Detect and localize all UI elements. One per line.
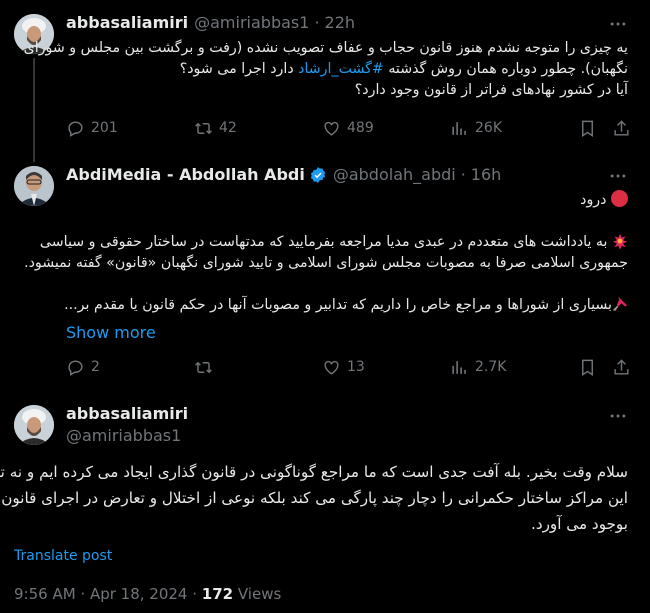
display-name[interactable]: abbasaliamiri bbox=[66, 404, 188, 423]
share-button[interactable] bbox=[612, 358, 637, 377]
text-line: درود bbox=[24, 190, 628, 211]
more-icon[interactable] bbox=[608, 406, 628, 426]
reply-button[interactable]: 201 bbox=[66, 119, 118, 138]
avatar-image bbox=[14, 405, 54, 445]
more-icon[interactable] bbox=[608, 14, 628, 34]
post-time[interactable]: 16h bbox=[471, 165, 502, 184]
post-text: سلام وقت بخیر. بله آفت جدی است که ما مرا… bbox=[0, 459, 628, 537]
hashtag-link[interactable]: #گشت_ارشاد bbox=[298, 61, 384, 77]
tweet-2[interactable]: AbdiMedia - Abdollah Abdi @abdolah_abdi … bbox=[0, 152, 650, 390]
verified-icon[interactable] bbox=[309, 166, 327, 184]
views-button[interactable]: 2.7K bbox=[450, 358, 506, 377]
text-line: جمهوری اسلامی صرفا به مصوبات مجلس شورای … bbox=[24, 255, 628, 271]
bookmark-button[interactable] bbox=[578, 119, 603, 138]
text-line: سلام وقت بخیر. بله آفت جدی است که ما مرا… bbox=[0, 463, 628, 481]
tweet-header: AbdiMedia - Abdollah Abdi @abdolah_abdi … bbox=[66, 165, 501, 184]
repost-button[interactable]: 42 bbox=[194, 119, 237, 138]
tweet-header: abbasaliamiri @amiriabbas1 · 22h bbox=[66, 13, 355, 32]
text-line: آیا در کشور نهادهای فراتر از قانون وجود … bbox=[354, 82, 628, 98]
pushpin-icon bbox=[613, 296, 628, 312]
views-count: 2.7K bbox=[475, 359, 507, 375]
share-icon bbox=[614, 359, 629, 375]
text-segment: بسیاری از شوراها و مراجع خاص را داریم که… bbox=[64, 297, 612, 313]
separator-dot: · bbox=[460, 165, 466, 184]
display-name[interactable]: abbasaliamiri bbox=[66, 13, 188, 32]
views-label: Views bbox=[233, 585, 282, 603]
reply-icon bbox=[68, 360, 83, 376]
like-count: 489 bbox=[347, 120, 374, 136]
user-handle[interactable]: @amiriabbas1 bbox=[66, 426, 181, 445]
text-segment: به یادداشت های متعددم در عبدی مدیا مراجع… bbox=[39, 234, 608, 250]
views-button[interactable]: 26K bbox=[450, 119, 502, 138]
like-icon bbox=[324, 360, 339, 375]
more-icon[interactable] bbox=[608, 166, 628, 186]
views-icon bbox=[452, 122, 466, 135]
like-icon bbox=[324, 121, 339, 136]
avatar[interactable] bbox=[14, 405, 54, 445]
red-circle-icon bbox=[611, 190, 628, 207]
text-segment: دارد اجرا می شود؟ bbox=[179, 61, 299, 77]
repost-count: 42 bbox=[219, 120, 237, 136]
collision-icon bbox=[612, 233, 628, 249]
share-icon bbox=[614, 120, 629, 136]
post-meta: 9:56 AM · Apr 18, 2024 · 172 Views bbox=[14, 585, 281, 603]
repost-icon bbox=[195, 122, 212, 135]
reply-button[interactable]: 2 bbox=[66, 358, 100, 377]
user-handle[interactable]: @abdolah_abdi bbox=[333, 165, 456, 184]
action-bar: 2 13 2.7K bbox=[66, 358, 636, 378]
repost-icon bbox=[195, 361, 212, 374]
main-post: abbasaliamiri @amiriabbas1 سلام وقت بخیر… bbox=[0, 390, 650, 613]
text-line: به یادداشت های متعددم در عبدی مدیا مراجع… bbox=[24, 232, 628, 253]
post-time[interactable]: 22h bbox=[325, 13, 356, 32]
show-more-link[interactable]: Show more bbox=[66, 323, 156, 342]
reply-count: 2 bbox=[91, 359, 100, 375]
tweet-text: یه چیزی را متوجه نشدم هنوز قانون حجاب و … bbox=[24, 38, 628, 101]
repost-button[interactable] bbox=[194, 358, 219, 377]
tweet-1[interactable]: abbasaliamiri @amiriabbas1 · 22h یه چیزی… bbox=[0, 0, 650, 152]
reply-count: 201 bbox=[91, 120, 118, 136]
text-line: یه چیزی را متوجه نشدم هنوز قانون حجاب و … bbox=[23, 40, 628, 56]
action-bar: 201 42 489 26K bbox=[66, 119, 636, 139]
display-name[interactable]: AbdiMedia - Abdollah Abdi bbox=[66, 165, 305, 184]
like-count: 13 bbox=[347, 359, 365, 375]
bookmark-icon bbox=[582, 120, 593, 137]
translate-post-link[interactable]: Translate post bbox=[14, 548, 112, 564]
separator-dot: · bbox=[314, 13, 320, 32]
greeting-text: درود bbox=[580, 192, 607, 208]
text-line: نگهبان). چطور دوباره همان روش گذشته #گشت… bbox=[24, 59, 628, 80]
user-handle[interactable]: @amiriabbas1 bbox=[194, 13, 309, 32]
text-line: بسیاری از شوراها و مراجع خاص را داریم که… bbox=[24, 295, 628, 316]
share-button[interactable] bbox=[612, 119, 637, 138]
thread-line bbox=[33, 152, 35, 162]
reply-icon bbox=[68, 121, 83, 137]
text-line: بوجود می آورد. bbox=[531, 515, 628, 533]
views-icon bbox=[452, 361, 466, 374]
like-button[interactable]: 13 bbox=[322, 358, 365, 377]
post-timestamp[interactable]: 9:56 AM · Apr 18, 2024 · bbox=[14, 585, 202, 603]
text-line: این مراکز ساختار حکمرانی را دچار چند پار… bbox=[1, 489, 628, 507]
like-button[interactable]: 489 bbox=[322, 119, 374, 138]
tweet-text: درود به یادداشت های متعددم در عبدی مدیا … bbox=[24, 190, 628, 316]
views-count: 172 bbox=[201, 585, 234, 603]
text-segment: نگهبان). چطور دوباره همان روش گذشته bbox=[383, 61, 628, 77]
bookmark-icon bbox=[582, 359, 593, 376]
bookmark-button[interactable] bbox=[578, 358, 603, 377]
views-count: 26K bbox=[475, 120, 502, 136]
